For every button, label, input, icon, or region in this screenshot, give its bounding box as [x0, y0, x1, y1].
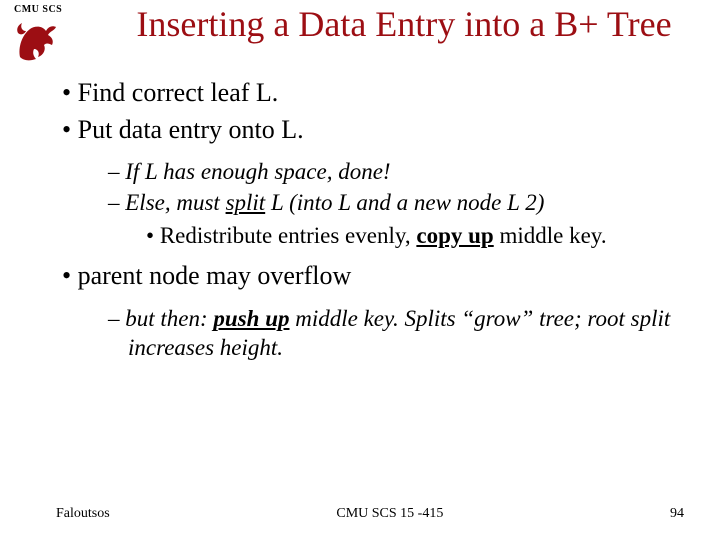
bullet-redistribute: Redistribute entries evenly, copy up mid…	[146, 222, 710, 251]
bullet-put-entry: Put data entry onto L.	[56, 114, 710, 147]
text: !	[383, 159, 391, 184]
footer-page-number: 94	[670, 506, 684, 522]
bullet-find-leaf: Find correct leaf L.	[56, 77, 710, 110]
bullet-parent-overflow: parent node may overflow	[56, 260, 710, 293]
text: Redistribute entries evenly,	[160, 223, 417, 248]
footer-course: CMU SCS 15 -415	[336, 506, 443, 522]
bullet-must-split: Else, must split L (into L and a new nod…	[106, 189, 710, 218]
text: middle key.	[494, 223, 607, 248]
bullet-enough-space: If L has enough space, done!	[106, 158, 710, 187]
org-label: CMU SCS	[8, 4, 96, 15]
text: Else, must	[125, 190, 225, 215]
text-copy-up: copy up	[416, 223, 493, 248]
slide-body: Find correct leaf L. Put data entry onto…	[0, 63, 720, 374]
text-done: done	[338, 159, 383, 184]
slide-footer: Faloutsos CMU SCS 15 -415 94	[0, 506, 720, 522]
bullet-push-up: but then: push up middle key. Splits “gr…	[106, 305, 710, 363]
text-push-up: push up	[213, 306, 289, 331]
text-split: split	[226, 190, 266, 215]
text: but then:	[125, 306, 213, 331]
footer-author: Faloutsos	[56, 506, 110, 522]
text: L (into L and a new node L 2)	[265, 190, 544, 215]
text: If L has enough space,	[125, 159, 338, 184]
griffin-logo-icon	[12, 17, 60, 63]
slide-title: Inserting a Data Entry into a B+ Tree	[96, 4, 712, 45]
org-logo-block: CMU SCS	[8, 4, 96, 63]
